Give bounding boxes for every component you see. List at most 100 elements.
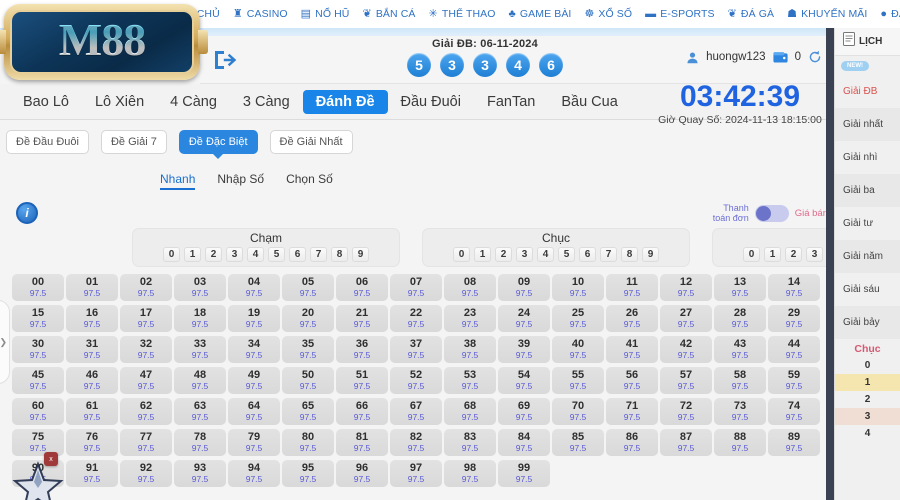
number-cell[interactable]: 35 97.5 (282, 336, 334, 363)
number-cell[interactable]: 57 97.5 (660, 367, 712, 394)
prize-row[interactable]: Giải bảy (835, 306, 900, 339)
prize-row[interactable]: Giải nhì (835, 141, 900, 174)
number-cell[interactable]: 46 97.5 (66, 367, 118, 394)
subtab-1[interactable]: Đề Giải 7 (100, 130, 167, 154)
number-cell[interactable]: 17 97.5 (120, 305, 172, 332)
left-panel-handle[interactable]: ❯ (0, 300, 10, 384)
digit-key[interactable]: 1 (184, 247, 201, 262)
number-cell[interactable]: 54 97.5 (498, 367, 550, 394)
number-cell[interactable]: 72 97.5 (660, 398, 712, 425)
number-cell[interactable]: 47 97.5 (120, 367, 172, 394)
number-cell[interactable]: 96 97.5 (336, 460, 388, 487)
number-cell[interactable]: 92 97.5 (120, 460, 172, 487)
number-cell[interactable]: 02 97.5 (120, 274, 172, 301)
number-cell[interactable]: 29 97.5 (768, 305, 820, 332)
logout-icon[interactable] (212, 48, 238, 72)
wallet-icon[interactable] (773, 51, 788, 64)
number-cell[interactable]: 25 97.5 (552, 305, 604, 332)
digit-key[interactable]: 5 (558, 247, 575, 262)
number-cell[interactable]: 86 97.5 (606, 429, 658, 456)
portal-nav-item[interactable]: ☗ KHUYẾN MÃI (787, 8, 867, 20)
number-cell[interactable]: 52 97.5 (390, 367, 442, 394)
number-cell[interactable]: 58 97.5 (714, 367, 766, 394)
digit-key[interactable]: 4 (537, 247, 554, 262)
number-cell[interactable]: 05 97.5 (282, 274, 334, 301)
prize-row[interactable]: Giải tư (835, 207, 900, 240)
number-cell[interactable]: 23 97.5 (444, 305, 496, 332)
mode-1[interactable]: Nhập Số (217, 172, 264, 190)
number-cell[interactable]: 30 97.5 (12, 336, 64, 363)
number-cell[interactable]: 79 97.5 (228, 429, 280, 456)
number-cell[interactable]: 70 97.5 (552, 398, 604, 425)
portal-nav-item[interactable]: ❦ BẮN CÁ (362, 8, 415, 20)
number-cell[interactable]: 55 97.5 (552, 367, 604, 394)
tab-lô-xiên[interactable]: Lô Xiên (82, 90, 157, 114)
digit-key[interactable]: 6 (579, 247, 596, 262)
digit-key[interactable]: 3 (806, 247, 823, 262)
number-cell[interactable]: 97 97.5 (390, 460, 442, 487)
portal-nav-item[interactable]: ♣ GAME BÀI (509, 8, 572, 20)
tab-bầu-cua[interactable]: Bầu Cua (548, 90, 630, 114)
number-cell[interactable]: 01 97.5 (66, 274, 118, 301)
toggle-switch[interactable] (754, 204, 789, 222)
number-cell[interactable]: 32 97.5 (120, 336, 172, 363)
number-cell[interactable]: 77 97.5 (120, 429, 172, 456)
digit-key[interactable]: 2 (785, 247, 802, 262)
number-cell[interactable]: 22 97.5 (390, 305, 442, 332)
portal-nav-item[interactable]: ✳ THỂ THAO (429, 8, 496, 20)
number-cell[interactable]: 27 97.5 (660, 305, 712, 332)
number-cell[interactable]: 43 97.5 (714, 336, 766, 363)
number-cell[interactable]: 45 97.5 (12, 367, 64, 394)
digit-key[interactable]: 8 (331, 247, 348, 262)
portal-nav-item[interactable]: ❦ ĐÁ GÀ (728, 8, 775, 20)
subtab-0[interactable]: Đề Đầu Đuôi (6, 130, 89, 154)
number-cell[interactable]: 80 97.5 (282, 429, 334, 456)
number-cell[interactable]: 03 97.5 (174, 274, 226, 301)
number-cell[interactable]: 41 97.5 (606, 336, 658, 363)
number-cell[interactable]: 85 97.5 (552, 429, 604, 456)
number-cell[interactable]: 78 97.5 (174, 429, 226, 456)
number-cell[interactable]: 95 97.5 (282, 460, 334, 487)
number-cell[interactable]: 82 97.5 (390, 429, 442, 456)
number-cell[interactable]: 76 97.5 (66, 429, 118, 456)
number-cell[interactable]: 44 97.5 (768, 336, 820, 363)
number-cell[interactable]: 12 97.5 (660, 274, 712, 301)
number-cell[interactable]: 74 97.5 (768, 398, 820, 425)
prize-row[interactable]: Giải năm (835, 240, 900, 273)
digit-key[interactable]: 4 (247, 247, 264, 262)
number-cell[interactable]: 99 97.5 (498, 460, 550, 487)
subtab-3[interactable]: Đề Giải Nhất (269, 130, 353, 154)
portal-nav-item[interactable]: ▬ E-SPORTS (645, 8, 714, 20)
number-cell[interactable]: 18 97.5 (174, 305, 226, 332)
number-cell[interactable]: 33 97.5 (174, 336, 226, 363)
number-cell[interactable]: 61 97.5 (66, 398, 118, 425)
digit-key[interactable]: 7 (600, 247, 617, 262)
site-logo[interactable]: M88 (0, 4, 208, 80)
digit-key[interactable]: 0 (163, 247, 180, 262)
number-cell[interactable]: 38 97.5 (444, 336, 496, 363)
tab-đánh-đề[interactable]: Đánh Đề (302, 89, 388, 114)
number-cell[interactable]: 11 97.5 (606, 274, 658, 301)
number-cell[interactable]: 21 97.5 (336, 305, 388, 332)
number-cell[interactable]: 65 97.5 (282, 398, 334, 425)
prize-row[interactable]: Giải ba (835, 174, 900, 207)
number-cell[interactable]: 31 97.5 (66, 336, 118, 363)
prize-row[interactable]: Giải ĐB (835, 75, 900, 108)
number-cell[interactable]: 84 97.5 (498, 429, 550, 456)
number-cell[interactable]: 62 97.5 (120, 398, 172, 425)
number-cell[interactable]: 59 97.5 (768, 367, 820, 394)
digit-key[interactable]: 9 (352, 247, 369, 262)
number-cell[interactable]: 56 97.5 (606, 367, 658, 394)
number-cell[interactable]: 53 97.5 (444, 367, 496, 394)
refresh-icon[interactable] (808, 50, 822, 64)
number-cell[interactable]: 13 97.5 (714, 274, 766, 301)
portal-nav-item[interactable]: ♜ CASINO (233, 8, 288, 20)
digit-key[interactable]: 0 (453, 247, 470, 262)
number-cell[interactable]: 71 97.5 (606, 398, 658, 425)
number-cell[interactable]: 94 97.5 (228, 460, 280, 487)
number-cell[interactable]: 98 97.5 (444, 460, 496, 487)
portal-nav-item[interactable]: ●ĐẠI (880, 8, 900, 20)
number-cell[interactable]: 48 97.5 (174, 367, 226, 394)
number-cell[interactable]: 69 97.5 (498, 398, 550, 425)
number-cell[interactable]: 67 97.5 (390, 398, 442, 425)
